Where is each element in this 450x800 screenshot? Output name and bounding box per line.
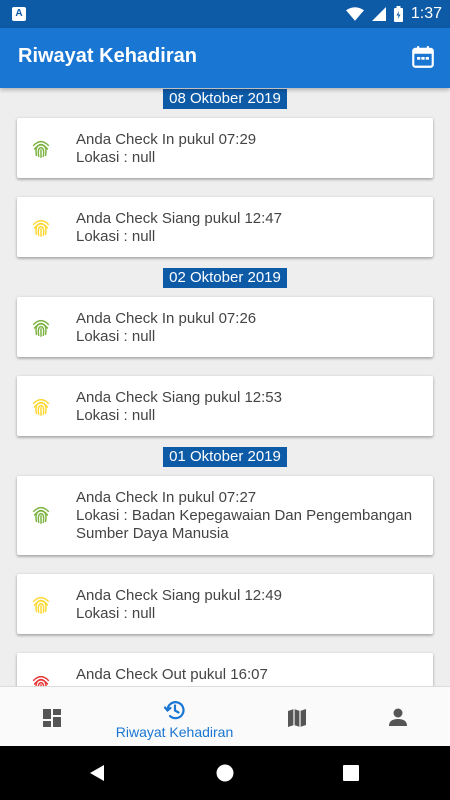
- attendance-card[interactable]: Anda Check In pukul 07:26 Lokasi : null: [17, 297, 433, 357]
- attendance-location: Lokasi : null: [76, 407, 156, 424]
- bottom-navigation: Riwayat Kehadiran: [0, 686, 450, 746]
- attendance-message: Anda Check Siang pukul 12:49: [76, 587, 282, 604]
- attendance-card[interactable]: Anda Check Siang pukul 12:53 Lokasi : nu…: [17, 376, 433, 436]
- attendance-location-cont: Sumber Daya Manusia: [76, 525, 229, 542]
- system-navigation-bar: [0, 746, 450, 800]
- date-header: 02 Oktober 2019: [163, 268, 287, 288]
- fingerprint-icon: [32, 596, 50, 614]
- nav-riwayat-kehadiran[interactable]: Riwayat Kehadiran: [111, 687, 238, 747]
- fingerprint-icon: [32, 140, 50, 158]
- status-bar: A 1:37: [0, 0, 450, 28]
- nav-label: Riwayat Kehadiran: [115, 724, 234, 740]
- attendance-location: Lokasi : null: [76, 228, 156, 245]
- attendance-card[interactable]: Anda Check In pukul 07:29 Lokasi : null: [17, 118, 433, 178]
- attendance-message: Anda Check In pukul 07:26: [76, 310, 257, 327]
- home-icon[interactable]: [216, 764, 234, 782]
- status-time: 1:37: [410, 5, 442, 22]
- battery-icon: [393, 6, 403, 22]
- fingerprint-icon: [32, 319, 50, 337]
- calendar-icon[interactable]: [410, 44, 436, 70]
- attendance-location: Lokasi : null: [76, 149, 156, 166]
- attendance-history-list[interactable]: 08 Oktober 2019 Anda Check In pukul 07:2…: [0, 88, 450, 686]
- card-text: Anda Check In pukul 07:26 Lokasi : null: [76, 310, 421, 346]
- nav-profile[interactable]: [343, 687, 450, 747]
- card-text: Anda Check In pukul 07:27 Lokasi : Badan…: [76, 489, 421, 543]
- attendance-message: Anda Check Siang pukul 12:47: [76, 210, 282, 227]
- signal-icon: [371, 7, 386, 21]
- attendance-message: Anda Check Siang pukul 12:53: [76, 389, 282, 406]
- history-icon: [163, 701, 185, 720]
- card-text: Anda Check In pukul 07:29 Lokasi : null: [76, 131, 421, 167]
- card-text: Anda Check Siang pukul 12:49 Lokasi : nu…: [76, 587, 421, 623]
- attendance-card[interactable]: Anda Check Out pukul 16:07: [17, 653, 433, 686]
- person-icon: [389, 708, 407, 726]
- attendance-message: Anda Check Out pukul 16:07: [76, 666, 268, 683]
- card-text: Anda Check Out pukul 16:07: [76, 666, 421, 684]
- date-header: 01 Oktober 2019: [163, 447, 287, 467]
- map-icon: [288, 709, 306, 727]
- attendance-message: Anda Check In pukul 07:27: [76, 489, 257, 506]
- attendance-card[interactable]: Anda Check In pukul 07:27 Lokasi : Badan…: [17, 476, 433, 555]
- recents-icon[interactable]: [343, 765, 359, 781]
- date-header: 08 Oktober 2019: [163, 89, 287, 109]
- attendance-location: Lokasi : Badan Kepegawaian Dan Pengemban…: [76, 507, 413, 524]
- notification-icon: A: [12, 7, 26, 21]
- page-title: Riwayat Kehadiran: [18, 45, 197, 67]
- app-bar: Riwayat Kehadiran: [0, 28, 450, 88]
- fingerprint-icon: [32, 675, 50, 686]
- fingerprint-icon: [32, 506, 50, 524]
- back-icon[interactable]: [88, 764, 106, 782]
- notification-icon-label: A: [15, 8, 23, 19]
- nav-map[interactable]: [241, 687, 353, 747]
- wifi-icon: [345, 7, 364, 21]
- attendance-location: Lokasi : null: [76, 328, 156, 345]
- card-text: Anda Check Siang pukul 12:53 Lokasi : nu…: [76, 389, 421, 425]
- attendance-message: Anda Check In pukul 07:29: [76, 131, 257, 148]
- dashboard-icon: [43, 709, 61, 727]
- fingerprint-icon: [32, 219, 50, 237]
- card-text: Anda Check Siang pukul 12:47 Lokasi : nu…: [76, 210, 421, 246]
- fingerprint-icon: [32, 398, 50, 416]
- attendance-card[interactable]: Anda Check Siang pukul 12:49 Lokasi : nu…: [17, 574, 433, 634]
- attendance-card[interactable]: Anda Check Siang pukul 12:47 Lokasi : nu…: [17, 197, 433, 257]
- attendance-location: Lokasi : null: [76, 605, 156, 622]
- nav-dashboard[interactable]: [0, 687, 112, 747]
